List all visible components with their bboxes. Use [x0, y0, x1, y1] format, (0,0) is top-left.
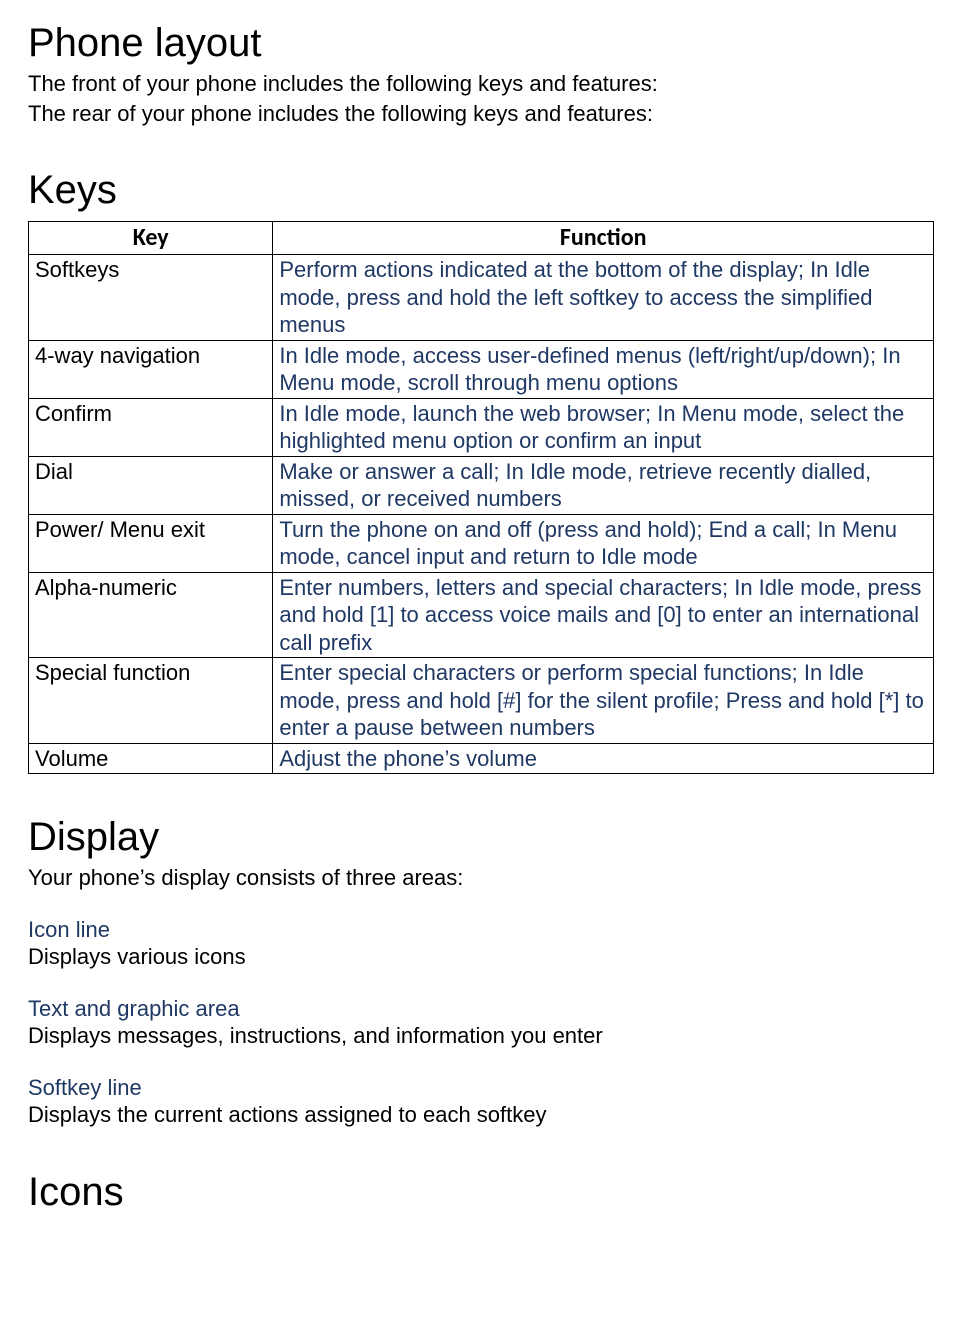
key-name: 4-way navigation — [29, 340, 273, 398]
key-name: Confirm — [29, 398, 273, 456]
phone-layout-p2: The rear of your phone includes the foll… — [28, 100, 934, 128]
key-name: Special function — [29, 658, 273, 744]
display-area-desc: Displays messages, instructions, and inf… — [28, 1022, 934, 1050]
heading-icons: Icons — [28, 1167, 934, 1217]
heading-keys: Keys — [28, 165, 934, 215]
key-function: Turn the phone on and off (press and hol… — [273, 514, 934, 572]
display-area-label: Icon line — [28, 916, 934, 944]
key-name: Dial — [29, 456, 273, 514]
key-name: Alpha-numeric — [29, 572, 273, 658]
keys-table-header-function: Function — [273, 222, 934, 255]
key-name: Softkeys — [29, 255, 273, 341]
table-row: SoftkeysPerform actions indicated at the… — [29, 255, 934, 341]
heading-phone-layout: Phone layout — [28, 18, 934, 68]
display-area: Softkey lineDisplays the current actions… — [28, 1074, 934, 1129]
keys-table-header-key: Key — [29, 222, 273, 255]
table-row: VolumeAdjust the phone’s volume — [29, 743, 934, 774]
display-area-label: Softkey line — [28, 1074, 934, 1102]
display-area: Icon lineDisplays various icons — [28, 916, 934, 971]
key-function: Enter special characters or perform spec… — [273, 658, 934, 744]
display-area-desc: Displays the current actions assigned to… — [28, 1101, 934, 1129]
key-function: Make or answer a call; In Idle mode, ret… — [273, 456, 934, 514]
table-row: Alpha-numericEnter numbers, letters and … — [29, 572, 934, 658]
display-area-desc: Displays various icons — [28, 943, 934, 971]
key-function: Perform actions indicated at the bottom … — [273, 255, 934, 341]
heading-display: Display — [28, 812, 934, 862]
key-function: Enter numbers, letters and special chara… — [273, 572, 934, 658]
key-function: Adjust the phone’s volume — [273, 743, 934, 774]
key-function: In Idle mode, access user-defined menus … — [273, 340, 934, 398]
display-area-label: Text and graphic area — [28, 995, 934, 1023]
key-name: Volume — [29, 743, 273, 774]
table-row: Power/ Menu exitTurn the phone on and of… — [29, 514, 934, 572]
key-function: In Idle mode, launch the web browser; In… — [273, 398, 934, 456]
display-area: Text and graphic areaDisplays messages, … — [28, 995, 934, 1050]
table-row: ConfirmIn Idle mode, launch the web brow… — [29, 398, 934, 456]
table-row: DialMake or answer a call; In Idle mode,… — [29, 456, 934, 514]
table-row: 4-way navigationIn Idle mode, access use… — [29, 340, 934, 398]
keys-table: Key Function SoftkeysPerform actions ind… — [28, 221, 934, 774]
key-name: Power/ Menu exit — [29, 514, 273, 572]
table-row: Special functionEnter special characters… — [29, 658, 934, 744]
display-intro: Your phone’s display consists of three a… — [28, 864, 934, 892]
phone-layout-p1: The front of your phone includes the fol… — [28, 70, 934, 98]
